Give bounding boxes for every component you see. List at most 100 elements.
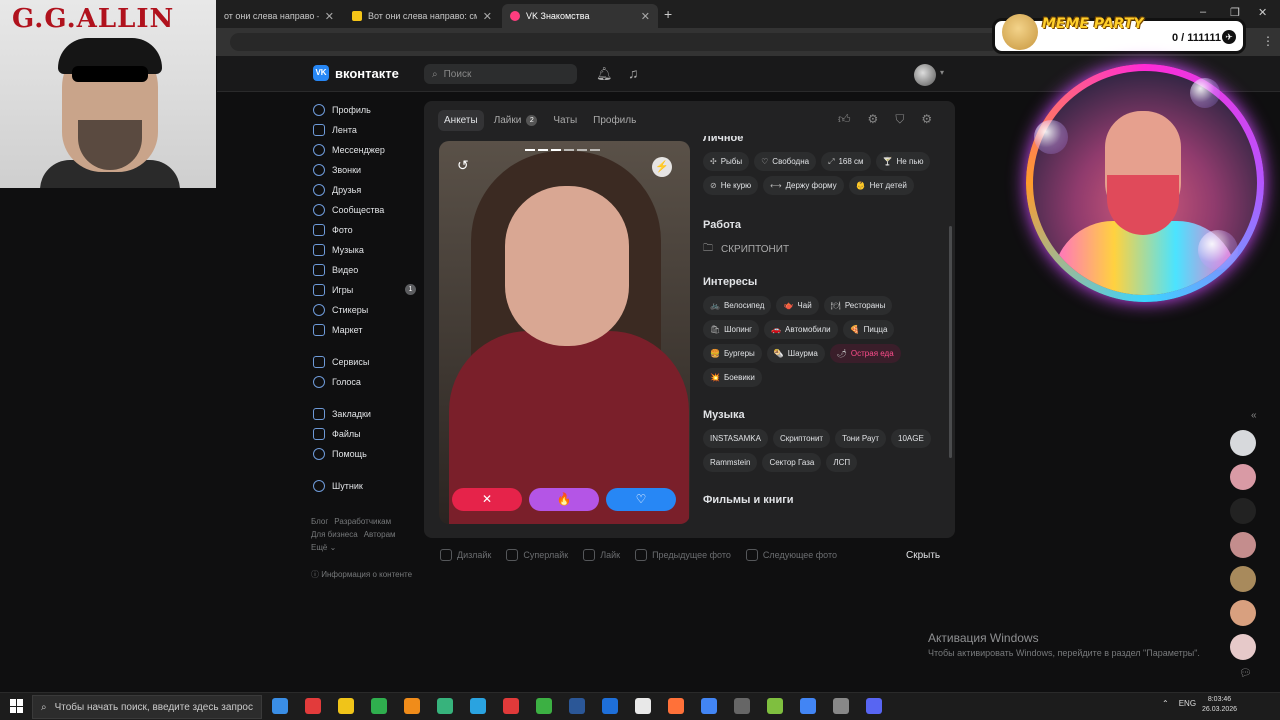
games-badge: 1 [405,284,416,295]
filters-icon[interactable]: ⚙︎ [868,112,879,127]
avatar[interactable] [1230,566,1256,592]
chat-bubble-icon[interactable]: 💬︎ [1239,668,1260,679]
search-input[interactable]: ⌕ Поиск [424,64,577,84]
url-field[interactable] [230,33,1000,51]
sidebar-item-groups[interactable]: Сообщества [313,200,423,220]
like-button[interactable]: ♡ [606,488,676,511]
games-icon [313,284,325,296]
personal-chip: ⤢ 168 см [821,152,871,171]
sidebar-item-market[interactable]: Маркет [313,320,423,340]
minimize-button[interactable]: – [1200,6,1206,18]
undo-icon[interactable]: ↺ [457,157,469,174]
sidebar-item-feed[interactable]: Лента [313,120,423,140]
sidebar-item-messenger[interactable]: Мессенджер [313,140,423,160]
tab-my-profile[interactable]: Профиль [587,110,642,131]
sidebar-item-friends[interactable]: Друзья [313,180,423,200]
tab-profiles[interactable]: Анкеты [438,110,484,131]
sidebar-item-bookmarks[interactable]: Закладки [313,404,423,424]
taskbar-search-placeholder: Чтобы начать поиск, введите здесь запрос [54,701,253,713]
chrome-icon[interactable] [734,698,750,714]
settings-gear-icon[interactable]: ⚙ [921,112,932,127]
profile-photo[interactable]: ↺ ⚡ ✕ 🔥 ♡ [439,141,690,524]
sidebar-item-video[interactable]: Видео [313,260,423,280]
chevron-down-icon[interactable]: ▾ [940,68,944,77]
footer-link-more[interactable]: Ещё ⌄ [311,543,336,552]
tray-chevron-icon[interactable]: ⌃ [1162,699,1169,708]
collapse-chevron-icon[interactable]: « [1251,410,1257,421]
activation-text: Чтобы активировать Windows, перейдите в … [928,648,1200,658]
dislike-button[interactable]: ✕ [452,488,522,511]
firefox-icon[interactable] [701,698,717,714]
interest-chip: 🍔 Бургеры [703,344,762,363]
taskbar-clock[interactable]: 8:03:46 26.03.2026 [1202,695,1237,715]
likes-count-badge: 2 [526,115,538,126]
lightning-icon[interactable]: ⚡ [652,157,672,177]
sidebar-item-joker[interactable]: Шутник [313,476,423,496]
avatar[interactable] [1230,464,1256,490]
sidebar-item-stickers[interactable]: Стикеры [313,300,423,320]
sidebar-item-photo[interactable]: Фото [313,220,423,240]
language-indicator[interactable]: ENG [1179,699,1196,708]
app-icon[interactable] [800,698,816,714]
user-avatar[interactable] [914,64,936,86]
obs-icon[interactable] [767,698,783,714]
footer-link-authors[interactable]: Авторам [364,530,396,539]
shield-check-icon[interactable]: ⛉ [895,112,904,127]
tab-3-title: VK Знакомства [526,11,590,21]
explorer-icon[interactable] [371,698,387,714]
avatar[interactable] [1230,498,1256,524]
superlike-button[interactable]: 🔥 [529,488,599,511]
footer-link-blog[interactable]: Блог [311,517,328,526]
task-view-icon[interactable] [272,698,288,714]
photoshop-icon[interactable] [635,698,651,714]
music-note-icon[interactable]: ♫ [628,65,639,81]
browser-tab-2[interactable]: Вот они слева направо: смотр ✕ [344,4,500,28]
sidebar-item-profile[interactable]: Профиль [313,100,423,120]
sidebar-item-help[interactable]: Помощь [313,444,423,464]
widgets-icon[interactable] [305,698,321,714]
sidebar-item-files[interactable]: Файлы [313,424,423,444]
close-tab-icon[interactable]: ✕ [641,10,650,23]
sidebar-item-services[interactable]: Сервисы [313,352,423,372]
tab-likes[interactable]: Лайки 2 [488,110,544,131]
tab-chats[interactable]: Чаты [547,110,583,131]
footer-link-business[interactable]: Для бизнеса [311,530,358,539]
vlc-icon[interactable] [437,698,453,714]
discord-icon[interactable] [866,698,882,714]
notifications-bell-icon[interactable]: 🔔︎ [596,66,613,82]
app-icon[interactable] [404,698,420,714]
info-scrollbar[interactable] [949,226,952,458]
avatar[interactable] [1230,430,1256,456]
yandex-icon[interactable] [668,698,684,714]
avatar[interactable] [1230,600,1256,626]
phone-icon [313,164,325,176]
chrome-icon[interactable] [833,698,849,714]
opera-icon[interactable] [338,698,354,714]
sidebar-item-coins[interactable]: Голоса [313,372,423,392]
footer-link-developers[interactable]: Разработчикам [334,517,391,526]
hide-hotkeys-button[interactable]: Скрыть [906,550,940,561]
sidebar-item-games[interactable]: Игры 1 [313,280,423,300]
avatar[interactable] [1230,634,1256,660]
vk-logo[interactable]: VK вконтакте [313,65,399,81]
thumbs-up-icon[interactable]: 👍︎ [838,112,851,127]
sidebar-item-calls[interactable]: Звонки [313,160,423,180]
close-window-button[interactable]: ✕ [1258,6,1267,19]
browser-tab-1[interactable]: от они слева направо — Янд ✕ [216,4,342,28]
browser-menu-icon[interactable]: ⋮ [1262,34,1274,48]
opera-gx-icon[interactable] [536,698,552,714]
telegram-icon[interactable] [503,698,519,714]
app-icon[interactable] [569,698,585,714]
word-icon[interactable] [602,698,618,714]
close-tab-icon[interactable]: ✕ [483,10,492,23]
app-icon[interactable] [470,698,486,714]
interest-chip: 🫖 Чай [776,296,819,315]
content-info-link[interactable]: ⓘ Информация о контенте [311,569,412,580]
new-tab-button[interactable]: + [664,6,672,22]
sidebar-item-music[interactable]: Музыка [313,240,423,260]
windows-start-icon[interactable] [10,699,24,713]
taskbar-search-input[interactable]: ⌕ Чтобы начать поиск, введите здесь запр… [32,695,262,719]
close-tab-icon[interactable]: ✕ [325,10,334,23]
browser-tab-3-active[interactable]: VK Знакомства ✕ [502,4,658,28]
avatar[interactable] [1230,532,1256,558]
